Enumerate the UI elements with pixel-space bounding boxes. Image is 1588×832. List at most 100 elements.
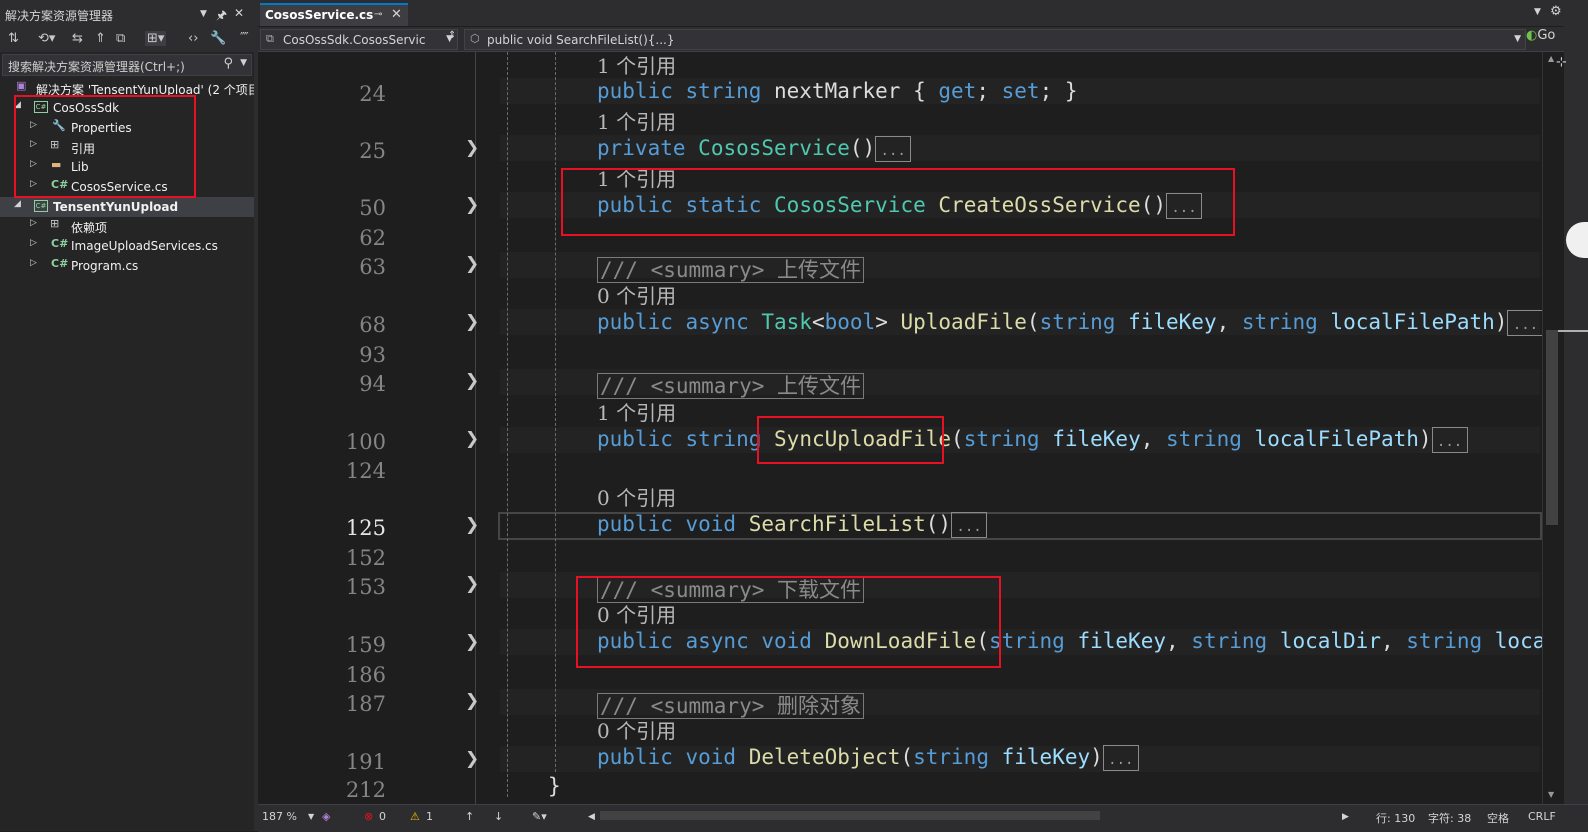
codelens-reference[interactable]: 0 个引用 (597, 482, 676, 511)
scroll-up-icon[interactable]: ▲ (1548, 54, 1554, 63)
collapse-arrow-icon[interactable]: ▷ (30, 218, 37, 228)
code-line-125[interactable]: public void SearchFileList()... (597, 512, 988, 538)
chevron-down-icon[interactable]: ▼ (308, 812, 314, 821)
fold-chevron-icon[interactable]: ❯ (465, 138, 479, 158)
code-view-icon[interactable]: ‹› (188, 31, 198, 46)
collapse-all-icon[interactable]: ⇑ (95, 31, 106, 46)
char-indicator[interactable]: 字符: 38 (1428, 810, 1471, 826)
doc-comment[interactable]: /// <summary> 上传文件 (597, 373, 865, 399)
filter-icon[interactable]: ⊞▾ (145, 31, 167, 46)
solution-explorer-title: 解决方案资源管理器 (5, 9, 114, 23)
code-line-100[interactable]: public string SyncUploadFile(string file… (597, 427, 1468, 453)
member-dropdown[interactable]: ⬡ public void SearchFileList(){...} ▼ (464, 29, 1526, 50)
right-side-panel: ⊹ (1556, 0, 1588, 831)
collapsed-region[interactable]: ... (1102, 745, 1139, 771)
error-count[interactable]: 0 (379, 810, 386, 823)
method-icon: ⬡ (470, 32, 480, 45)
code-editor[interactable]: 24 25 50 62 63 68 93 94 100 124 125 152 … (260, 52, 1542, 804)
collapsed-region[interactable]: ... (875, 136, 912, 162)
horizontal-scrollbar-thumb[interactable] (600, 811, 1100, 820)
warning-icon[interactable]: ⚠ (410, 810, 420, 823)
chevron-down-icon[interactable]: ▼ (200, 9, 207, 19)
chevron-down-icon[interactable]: ▼ (240, 58, 247, 68)
copy-icon[interactable]: ⧉ (116, 31, 125, 46)
indent-guide (555, 52, 556, 772)
collapse-arrow-icon[interactable]: ▷ (30, 238, 37, 248)
close-icon[interactable]: ✕ (391, 7, 402, 22)
class-dropdown[interactable]: ⧉ CosOssSdk.CososServic ▼ (260, 29, 458, 50)
fold-chevron-icon[interactable]: ❯ (465, 574, 479, 594)
tree-item-imageuploadservices[interactable]: ▷ C# ImageUploadServices.cs (0, 236, 254, 256)
chevron-down-icon[interactable]: ▼ (1514, 34, 1521, 44)
warning-count[interactable]: 1 (426, 810, 433, 823)
gear-icon[interactable]: ⚙ (1550, 4, 1562, 19)
search-icon[interactable]: ⚲ (223, 56, 233, 71)
tab-cososservice[interactable]: CososService.cs ⊸ ✕ (260, 3, 408, 26)
arrow-up-icon[interactable]: ↑ (465, 810, 474, 823)
close-icon[interactable]: ✕ (234, 6, 244, 20)
fold-chevron-icon[interactable]: ❯ (465, 371, 479, 391)
tree-item-dependencies[interactable]: ▷ ⊞ 依赖项 (0, 216, 254, 236)
codelens-reference[interactable]: 0 个引用 (597, 715, 676, 744)
code-line-25[interactable]: private CososService()... (597, 136, 912, 162)
copilot-icon[interactable]: ◈ (322, 810, 330, 823)
spin-icon[interactable]: ⇕ (448, 30, 456, 41)
chevron-down-icon[interactable]: ▼ (1534, 7, 1541, 17)
codelens-reference[interactable]: 1 个引用 (597, 106, 676, 135)
collapsed-region[interactable]: ... (1507, 310, 1542, 336)
spacing-indicator[interactable]: 空格 (1487, 810, 1509, 826)
codelens-reference[interactable]: 1 个引用 (597, 52, 676, 79)
fold-chevron-icon[interactable]: ❯ (465, 632, 479, 652)
assistant-float-button[interactable] (1566, 222, 1588, 258)
code-line-24[interactable]: public string nextMarker { get; set; } (597, 79, 1078, 103)
fold-chevron-icon[interactable]: ❯ (465, 691, 479, 711)
sync-icon[interactable]: ⇅ (8, 31, 19, 46)
code-line-68[interactable]: public async Task<bool> UploadFile(strin… (597, 310, 1542, 336)
tree-item-tensentyunupload[interactable]: ◢ C# TensentYunUpload (0, 197, 254, 217)
pin-icon[interactable]: 🖈 (216, 6, 227, 27)
fold-chevron-icon[interactable]: ❯ (465, 429, 479, 449)
arrow-down-icon[interactable]: ↓ (494, 810, 503, 823)
scroll-right-icon[interactable]: ▶ (1342, 812, 1349, 822)
line-number: 50 (359, 196, 386, 220)
error-icon[interactable]: ⊗ (364, 810, 373, 823)
scroll-down-icon[interactable]: ▼ (1548, 790, 1554, 799)
collapsed-region[interactable]: ... (951, 512, 988, 538)
more-icon[interactable]: ⁗ (240, 31, 249, 46)
namespace-icon: ⧉ (266, 32, 274, 45)
tree-item-program[interactable]: ▷ C# Program.cs (0, 256, 254, 276)
scrollbar-thumb[interactable] (1546, 330, 1558, 525)
swap-icon[interactable]: ⇆ (72, 31, 83, 46)
eol-indicator[interactable]: CRLF (1528, 810, 1556, 823)
fold-chevron-icon[interactable]: ❯ (465, 749, 479, 769)
solution-search-input[interactable]: 搜索解决方案资源管理器(Ctrl+;) ⚲ ▼ (2, 54, 252, 76)
code-line-94[interactable]: /// <summary> 上传文件 (597, 370, 865, 400)
pin-icon[interactable]: ⊸ (374, 9, 382, 20)
fold-chevron-icon[interactable]: ❯ (465, 515, 479, 535)
fold-chevron-icon[interactable]: ❯ (465, 312, 479, 332)
split-icon[interactable]: ⊹ (1556, 55, 1567, 70)
fold-chevron-icon[interactable]: ❯ (465, 195, 479, 215)
wrench-icon[interactable]: 🔧 (210, 31, 226, 46)
cleanup-icon[interactable]: ✎▾ (532, 810, 547, 823)
codelens-reference[interactable]: 0 个引用 (597, 280, 676, 309)
line-indicator[interactable]: 行: 130 (1376, 810, 1415, 826)
expand-arrow-icon[interactable]: ◢ (14, 199, 21, 209)
splitter[interactable] (254, 0, 258, 831)
zoom-level[interactable]: 187 % (262, 810, 297, 823)
close-brace: } (548, 774, 561, 798)
codelens-reference[interactable]: 1 个引用 (597, 397, 676, 426)
history-icon[interactable]: ⟲▾ (38, 31, 55, 46)
go-button[interactable]: ◐Go (1526, 28, 1555, 43)
annotation-box (561, 168, 1235, 236)
line-number: 159 (345, 633, 386, 657)
navigation-bar: ⧉ CosOssSdk.CososServic ▼ ⇕ ⬡ public voi… (258, 27, 1588, 52)
line-number: 25 (359, 139, 386, 163)
line-number: 100 (345, 430, 386, 454)
collapsed-region[interactable]: ... (1431, 427, 1468, 453)
fold-chevron-icon[interactable]: ❯ (465, 254, 479, 274)
collapse-arrow-icon[interactable]: ▷ (30, 258, 37, 268)
code-line-191[interactable]: public void DeleteObject(string fileKey)… (597, 745, 1139, 771)
solution-explorer-toolbar: ⇅ ⟲▾ ⇆ ⇑ ⧉ ⊞▾ ‹› 🔧 ⁗ (0, 28, 254, 52)
scroll-left-icon[interactable]: ◀ (588, 812, 595, 822)
